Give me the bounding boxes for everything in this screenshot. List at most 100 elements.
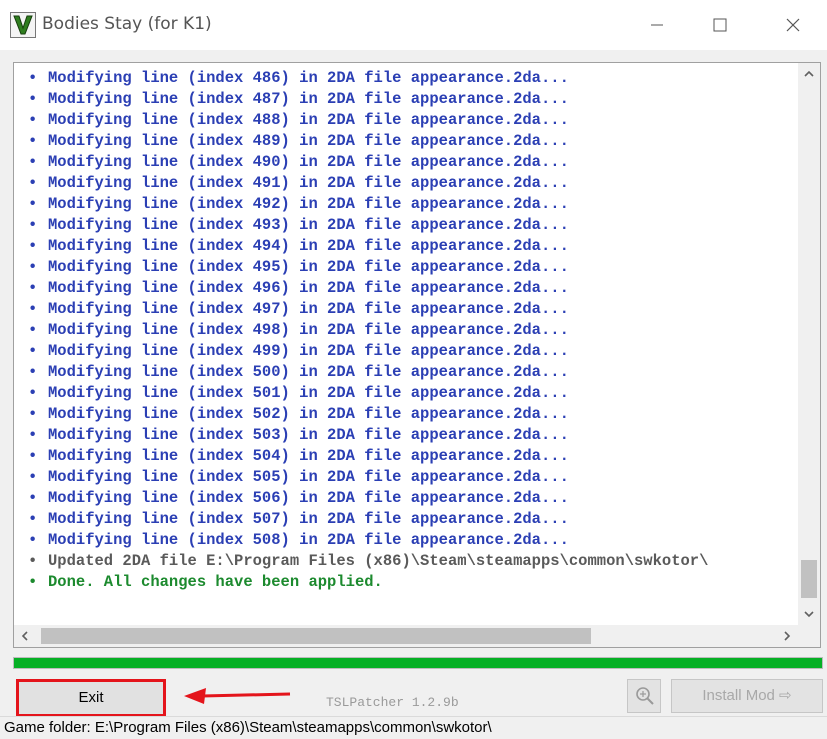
scroll-corner [798, 625, 820, 647]
log-bullet: • [28, 69, 38, 87]
log-line-text: Modifying line (index 501) in 2DA file a… [48, 384, 569, 402]
log-line: • Modifying line (index 501) in 2DA file … [14, 383, 798, 404]
log-line: • Modifying line (index 489) in 2DA file … [14, 131, 798, 152]
log-bullet: • [28, 489, 38, 507]
scroll-up-arrow[interactable] [798, 63, 820, 85]
log-line: • Modifying line (index 493) in 2DA file … [14, 215, 798, 236]
log-line-text: Modifying line (index 499) in 2DA file a… [48, 342, 569, 360]
log-bullet: • [28, 447, 38, 465]
log-line-text: Modifying line (index 486) in 2DA file a… [48, 69, 569, 87]
log-line-text: Modifying line (index 493) in 2DA file a… [48, 216, 569, 234]
log-line-text: Modifying line (index 496) in 2DA file a… [48, 279, 569, 297]
log-line-text: Done. All changes have been applied. [48, 573, 383, 591]
log-line-text: Modifying line (index 488) in 2DA file a… [48, 111, 569, 129]
log-bullet: • [28, 573, 38, 591]
install-mod-button[interactable]: Install Mod ⇨ [671, 679, 823, 713]
log-line: • Modifying line (index 490) in 2DA file … [14, 152, 798, 173]
log-bullet: • [28, 510, 38, 528]
log-bullet: • [28, 195, 38, 213]
log-bullet: • [28, 363, 38, 381]
scroll-left-arrow[interactable] [14, 625, 36, 647]
log-line: • Done. All changes have been applied. [14, 572, 798, 593]
log-line: • Modifying line (index 495) in 2DA file … [14, 257, 798, 278]
log-bullet: • [28, 111, 38, 129]
horizontal-scroll-thumb[interactable] [41, 628, 591, 644]
log-line: • Modifying line (index 502) in 2DA file … [14, 404, 798, 425]
log-bullet: • [28, 132, 38, 150]
log-line-text: Modifying line (index 506) in 2DA file a… [48, 489, 569, 507]
log-bullet: • [28, 405, 38, 423]
log-line: • Modifying line (index 492) in 2DA file … [14, 194, 798, 215]
minimize-button[interactable] [627, 0, 687, 50]
log-line: • Updated 2DA file E:\Program Files (x86)… [14, 551, 798, 572]
log-line-text: Modifying line (index 487) in 2DA file a… [48, 90, 569, 108]
log-line-text: Modifying line (index 503) in 2DA file a… [48, 426, 569, 444]
exit-button[interactable]: Exit [16, 679, 166, 717]
log-line: • Modifying line (index 500) in 2DA file … [14, 362, 798, 383]
close-button[interactable] [763, 0, 823, 50]
log-line: • Modifying line (index 486) in 2DA file … [14, 68, 798, 89]
log-bullet: • [28, 468, 38, 486]
progress-fill [14, 658, 822, 668]
scroll-right-arrow[interactable] [776, 625, 798, 647]
version-label: TSLPatcher 1.2.9b [326, 695, 459, 710]
close-icon [786, 18, 800, 32]
magnifier-icon [636, 687, 654, 705]
log-bullet: • [28, 90, 38, 108]
log-bullet: • [28, 237, 38, 255]
log-line: • Modifying line (index 497) in 2DA file … [14, 299, 798, 320]
progress-bar [13, 657, 823, 669]
horizontal-scrollbar[interactable] [14, 625, 820, 647]
log-line: • Modifying line (index 488) in 2DA file … [14, 110, 798, 131]
log-bullet: • [28, 321, 38, 339]
app-icon [10, 12, 36, 38]
log-bullet: • [28, 426, 38, 444]
log-line-text: Modifying line (index 500) in 2DA file a… [48, 363, 569, 381]
log-bullet: • [28, 279, 38, 297]
log-line-text: Modifying line (index 489) in 2DA file a… [48, 132, 569, 150]
log-line-text: Modifying line (index 505) in 2DA file a… [48, 468, 569, 486]
title-bar: Bodies Stay (for K1) [0, 0, 827, 50]
log-bullet: • [28, 531, 38, 549]
log-line: • Modifying line (index 508) in 2DA file … [14, 530, 798, 551]
log-line: • Modifying line (index 507) in 2DA file … [14, 509, 798, 530]
log-bullet: • [28, 384, 38, 402]
vertical-scroll-thumb[interactable] [801, 560, 817, 598]
zoom-button[interactable] [627, 679, 661, 713]
log-line: • Modifying line (index 505) in 2DA file … [14, 467, 798, 488]
log-line-text: Modifying line (index 504) in 2DA file a… [48, 447, 569, 465]
log-bullet: • [28, 216, 38, 234]
log-bullet: • [28, 342, 38, 360]
log-line: • Modifying line (index 498) in 2DA file … [14, 320, 798, 341]
log-line-text: Updated 2DA file E:\Program Files (x86)\… [48, 552, 709, 570]
log-bullet: • [28, 153, 38, 171]
log-line: • Modifying line (index 504) in 2DA file … [14, 446, 798, 467]
log-bullet: • [28, 174, 38, 192]
log-panel: • Modifying line (index 486) in 2DA file … [13, 62, 821, 648]
minimize-icon [651, 24, 663, 26]
log-line: • Modifying line (index 503) in 2DA file … [14, 425, 798, 446]
window-title: Bodies Stay (for K1) [42, 14, 212, 34]
log-line-text: Modifying line (index 497) in 2DA file a… [48, 300, 569, 318]
log-line: • Modifying line (index 491) in 2DA file … [14, 173, 798, 194]
maximize-button[interactable] [690, 0, 750, 50]
log-line-text: Modifying line (index 491) in 2DA file a… [48, 174, 569, 192]
log-line-text: Modifying line (index 490) in 2DA file a… [48, 153, 569, 171]
log-bullet: • [28, 258, 38, 276]
log-line: • Modifying line (index 496) in 2DA file … [14, 278, 798, 299]
log-line-text: Modifying line (index 494) in 2DA file a… [48, 237, 569, 255]
status-bar: Game folder: E:\Program Files (x86)\Stea… [0, 716, 827, 739]
log-line-text: Modifying line (index 507) in 2DA file a… [48, 510, 569, 528]
log-line-text: Modifying line (index 492) in 2DA file a… [48, 195, 569, 213]
maximize-icon [713, 18, 727, 32]
log-line-text: Modifying line (index 508) in 2DA file a… [48, 531, 569, 549]
vertical-scrollbar[interactable] [798, 63, 820, 625]
log-line-text: Modifying line (index 498) in 2DA file a… [48, 321, 569, 339]
scroll-down-arrow[interactable] [798, 603, 820, 625]
log-line-text: Modifying line (index 502) in 2DA file a… [48, 405, 569, 423]
red-arrow-icon [184, 688, 291, 704]
log-line-text: Modifying line (index 495) in 2DA file a… [48, 258, 569, 276]
log-bullet: • [28, 552, 38, 570]
log-line: • Modifying line (index 487) in 2DA file … [14, 89, 798, 110]
log-text: • Modifying line (index 486) in 2DA file … [14, 68, 798, 628]
